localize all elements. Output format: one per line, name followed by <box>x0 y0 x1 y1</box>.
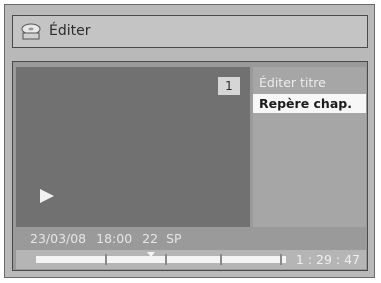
dvd-edit-screen: Éditer 1 Éditer titre Repère chap. 23/03… <box>4 4 375 278</box>
progress-bar <box>36 256 286 263</box>
recording-info: 23/03/08 18:00 22 SP <box>16 230 366 248</box>
elapsed-time: 1 : 29 : 47 <box>295 252 360 267</box>
play-icon <box>40 189 54 203</box>
menu-item-chapter-mark[interactable]: Repère chap. <box>253 94 366 113</box>
page-title: Éditer <box>49 23 91 39</box>
recording-mode: SP <box>166 231 182 246</box>
video-preview: 1 <box>16 67 250 227</box>
chapter-marker <box>165 254 167 265</box>
menu-item-edit-title[interactable]: Éditer titre <box>253 73 366 92</box>
title-bar: Éditer <box>12 15 368 48</box>
edit-panel: 1 Éditer titre Repère chap. 23/03/08 18:0… <box>12 61 368 271</box>
playback-position-marker <box>147 252 155 257</box>
recording-time: 18:00 <box>96 231 133 246</box>
disc-icon <box>21 23 41 40</box>
progress-row: 1 : 29 : 47 <box>16 250 366 269</box>
chapter-marker <box>280 254 282 265</box>
recording-channel: 22 <box>142 231 159 246</box>
chapter-number-badge: 1 <box>218 77 240 95</box>
chapter-marker <box>220 254 222 265</box>
chapter-marker <box>105 254 107 265</box>
edit-menu: Éditer titre Repère chap. <box>253 67 366 227</box>
recording-date: 23/03/08 <box>30 231 87 246</box>
